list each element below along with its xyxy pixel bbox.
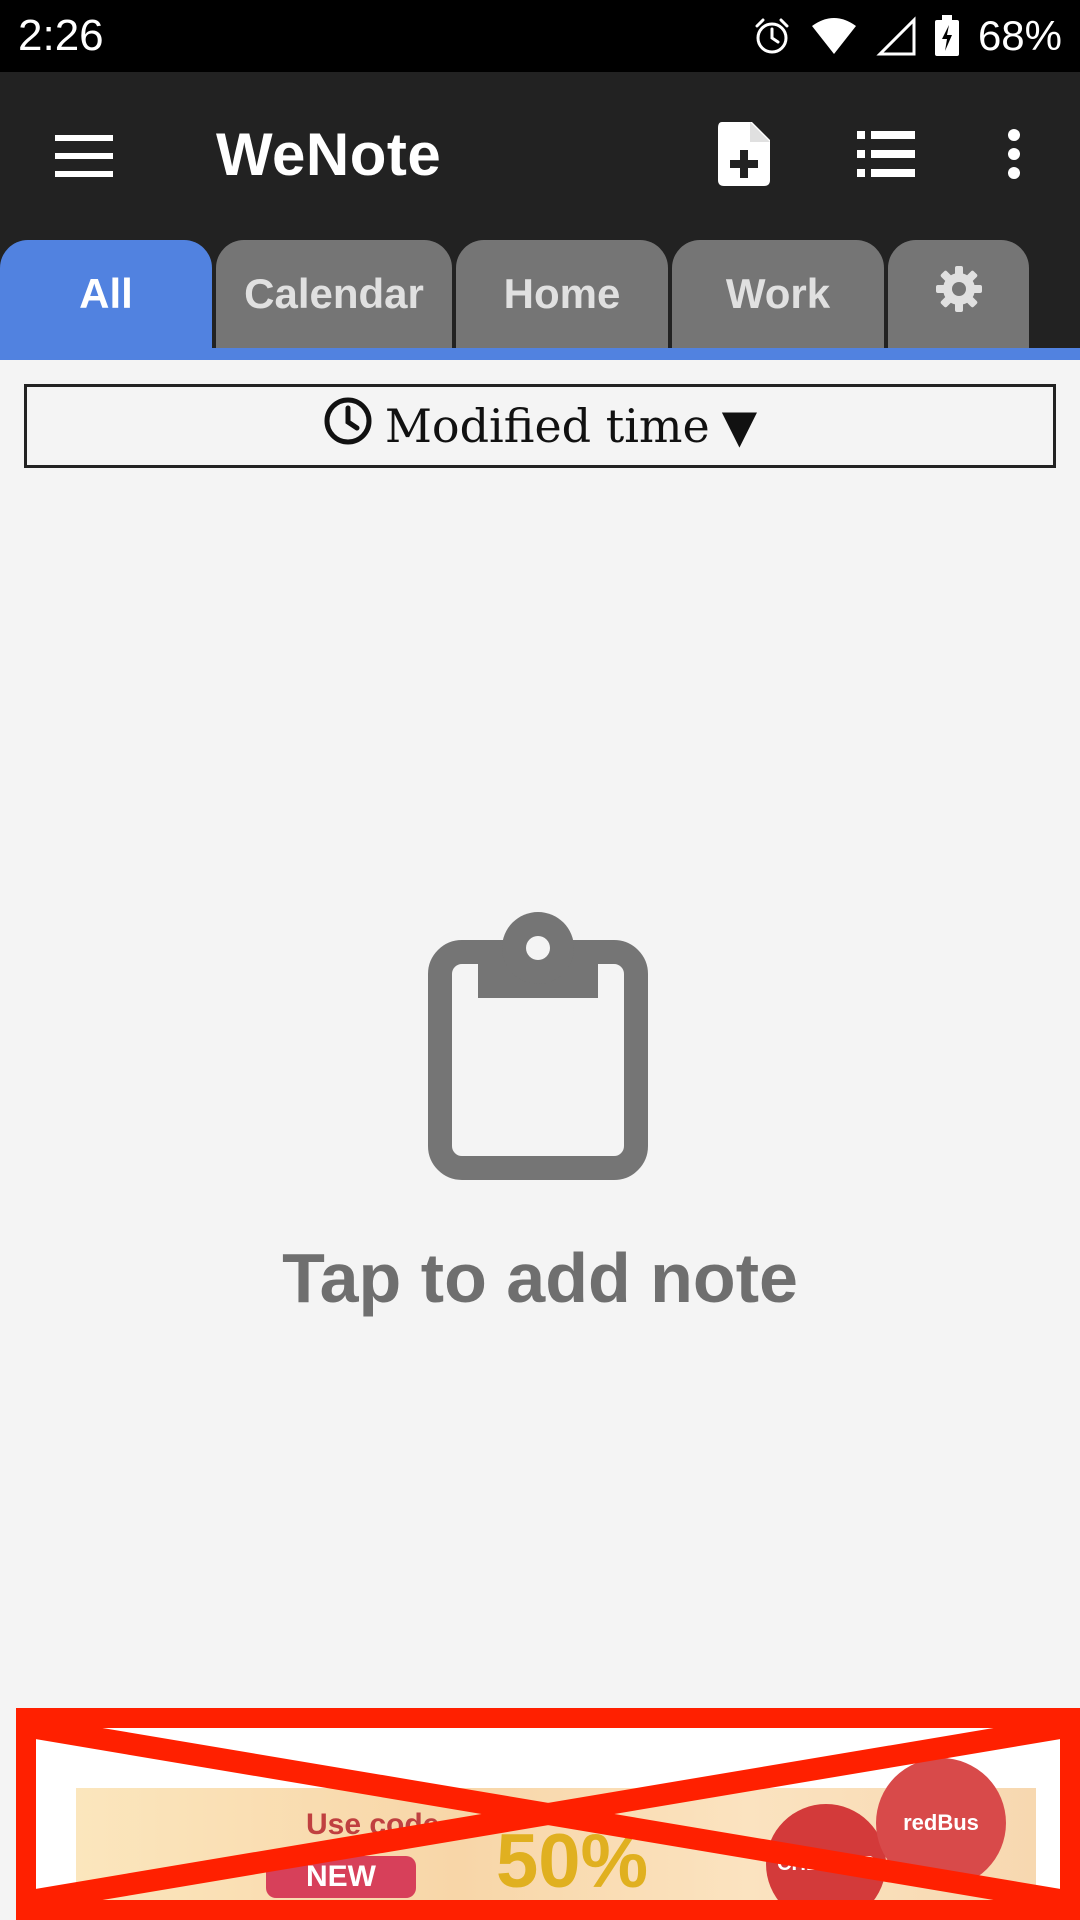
tab-all[interactable]: All xyxy=(0,240,212,348)
tab-label: Work xyxy=(725,270,831,317)
more-vert-icon xyxy=(1006,128,1022,184)
tab-work[interactable]: Work xyxy=(672,240,884,348)
tab-indicator-bar xyxy=(0,348,1080,360)
signal-icon xyxy=(876,16,916,56)
menu-icon xyxy=(55,134,113,182)
tab-bar: All Calendar Home Work xyxy=(0,240,1080,360)
checklist-icon xyxy=(857,130,915,182)
sort-label: Modified time xyxy=(384,399,710,453)
sort-button[interactable]: Modified time ▼ xyxy=(24,384,1056,468)
tab-label: Home xyxy=(503,270,621,317)
app-bar: WeNote xyxy=(0,72,1080,240)
clock-icon xyxy=(323,396,373,457)
wifi-icon xyxy=(810,16,858,56)
ad-subtext: for your year-end holiday bus tickets xyxy=(456,1900,714,1917)
tab-home[interactable]: Home xyxy=(456,240,668,348)
list-view-button[interactable] xyxy=(846,116,926,196)
status-icons: 68% xyxy=(752,12,1062,60)
alarm-icon xyxy=(752,16,792,56)
gear-icon xyxy=(935,266,982,322)
sort-indicator: ▼ xyxy=(721,399,758,453)
app-title: WeNote xyxy=(216,121,442,188)
tab-label: Calendar xyxy=(244,270,424,317)
more-options-button[interactable] xyxy=(974,116,1054,196)
tab-label: All xyxy=(79,270,133,317)
tab-settings[interactable] xyxy=(888,240,1029,348)
status-bar: 2:26 68% xyxy=(0,0,1080,72)
status-time: 2:26 xyxy=(18,11,104,60)
clipboard-icon[interactable] xyxy=(428,912,648,1182)
battery-percent: 68% xyxy=(977,12,1062,59)
ad-banner[interactable]: Use code NEW 50% for your year-end holid… xyxy=(16,1708,1080,1920)
empty-state-message[interactable]: Tap to add note xyxy=(0,1238,1080,1318)
ad-cross-out xyxy=(36,1728,1060,1900)
new-note-icon xyxy=(718,121,770,191)
battery-charging-icon xyxy=(934,15,960,57)
tab-calendar[interactable]: Calendar xyxy=(216,240,452,348)
menu-button[interactable] xyxy=(44,128,124,188)
new-note-button[interactable] xyxy=(704,116,784,196)
